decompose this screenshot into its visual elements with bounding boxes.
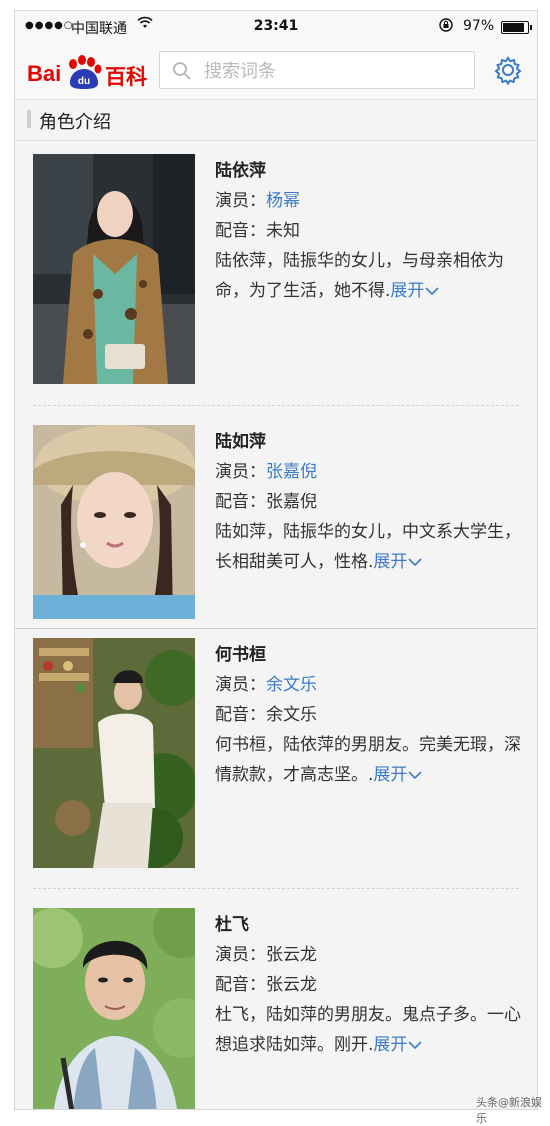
logo-text-du: du bbox=[78, 76, 90, 87]
voice-actor: 未知 bbox=[266, 221, 300, 241]
battery-fill bbox=[503, 23, 524, 32]
expand-label: 展开 bbox=[373, 765, 408, 785]
character-photo[interactable] bbox=[33, 425, 195, 619]
character-name: 何书桓 bbox=[215, 645, 266, 665]
voice-label: 配音： bbox=[215, 705, 266, 725]
watermark: 头条@新浪娱乐 bbox=[476, 1096, 542, 1125]
battery-icon bbox=[501, 21, 532, 34]
character-card[interactable]: 陆依萍 演员：杨幂 配音：未知 陆依萍，陆振华的女儿，与母亲相依为命，为了生活，… bbox=[15, 142, 537, 412]
character-photo[interactable] bbox=[33, 638, 195, 868]
character-info: 陆依萍 演员：杨幂 配音：未知 陆依萍，陆振华的女儿，与母亲相依为命，为了生活，… bbox=[215, 156, 525, 306]
expand-link[interactable]: 展开 bbox=[390, 281, 439, 301]
description-text: 陆如萍，陆振华的女儿，中文系大学生，长相甜美可人，性格. bbox=[215, 522, 521, 572]
actor-link[interactable]: 杨幂 bbox=[266, 191, 300, 211]
actor-name: 张云龙 bbox=[266, 945, 317, 965]
voice-actor: 张云龙 bbox=[266, 975, 317, 995]
actor-link[interactable]: 张嘉倪 bbox=[266, 462, 317, 482]
character-photo[interactable] bbox=[33, 154, 195, 384]
section-marker bbox=[27, 110, 31, 128]
actor-row: 演员：张嘉倪 bbox=[215, 457, 525, 487]
voice-row: 配音：张嘉倪 bbox=[215, 487, 525, 517]
section-title: 角色介绍 bbox=[39, 112, 111, 133]
character-photo[interactable] bbox=[33, 908, 195, 1110]
description-text: 何书桓，陆依萍的男朋友。完美无瑕，深情款款，才高志坚。. bbox=[215, 735, 521, 785]
character-card[interactable]: 杜飞 演员：张云龙 配音：张云龙 杜飞，陆如萍的男朋友。鬼点子多。一心想追求陆如… bbox=[15, 896, 537, 1110]
voice-row: 配音：余文乐 bbox=[215, 700, 525, 730]
search-input[interactable] bbox=[202, 57, 466, 85]
section-header: 角色介绍 bbox=[15, 100, 537, 141]
voice-row: 配音：未知 bbox=[215, 216, 525, 246]
chevron-down-icon bbox=[408, 771, 422, 780]
status-bar: ●●●●○ 中国联通 23:41 97% bbox=[15, 11, 537, 43]
expand-link[interactable]: 展开 bbox=[373, 765, 422, 785]
voice-label: 配音： bbox=[215, 492, 266, 512]
search-icon bbox=[173, 62, 191, 80]
card-divider bbox=[33, 888, 519, 889]
character-info: 何书桓 演员：余文乐 配音：余文乐 何书桓，陆依萍的男朋友。完美无瑕，深情款款，… bbox=[215, 640, 525, 790]
actor-row: 演员：杨幂 bbox=[215, 186, 525, 216]
phone-screen: ●●●●○ 中国联通 23:41 97% Bai du 百科 搜索词条 角色介绍… bbox=[14, 10, 538, 1110]
actor-label: 演员： bbox=[215, 462, 266, 482]
description-text: 陆依萍，陆振华的女儿，与母亲相依为命，为了生活，她不得. bbox=[215, 251, 504, 301]
character-description: 杜飞，陆如萍的男朋友。鬼点子多。一心想追求陆如萍。刚开.展开 bbox=[215, 1000, 525, 1060]
chevron-down-icon bbox=[408, 1041, 422, 1050]
voice-actor: 张嘉倪 bbox=[266, 492, 317, 512]
logo-text-bai: Bai bbox=[27, 61, 62, 86]
voice-row: 配音：张云龙 bbox=[215, 970, 525, 1000]
character-description: 陆依萍，陆振华的女儿，与母亲相依为命，为了生活，她不得.展开 bbox=[215, 246, 525, 306]
chevron-down-icon bbox=[408, 558, 422, 567]
character-info: 陆如萍 演员：张嘉倪 配音：张嘉倪 陆如萍，陆振华的女儿，中文系大学生，长相甜美… bbox=[215, 427, 525, 577]
character-description: 何书桓，陆依萍的男朋友。完美无瑕，深情款款，才高志坚。.展开 bbox=[215, 730, 525, 790]
expand-link[interactable]: 展开 bbox=[373, 1035, 422, 1055]
character-info: 杜飞 演员：张云龙 配音：张云龙 杜飞，陆如萍的男朋友。鬼点子多。一心想追求陆如… bbox=[215, 910, 525, 1060]
baidu-baike-logo[interactable]: Bai du 百科 bbox=[27, 55, 159, 89]
logo-text-baike: 百科 bbox=[105, 66, 147, 89]
character-description: 陆如萍，陆振华的女儿，中文系大学生，长相甜美可人，性格.展开 bbox=[215, 517, 525, 577]
expand-label: 展开 bbox=[373, 1035, 408, 1055]
search-box[interactable] bbox=[159, 51, 475, 89]
expand-label: 展开 bbox=[373, 552, 408, 572]
actor-label: 演员： bbox=[215, 675, 266, 695]
card-divider bbox=[33, 405, 519, 406]
actor-row: 演员：余文乐 bbox=[215, 670, 525, 700]
actor-label: 演员： bbox=[215, 191, 266, 211]
voice-label: 配音： bbox=[215, 221, 266, 241]
expand-label: 展开 bbox=[390, 281, 425, 301]
baidu-paw-icon: du bbox=[69, 55, 102, 89]
actor-label: 演员： bbox=[215, 945, 266, 965]
voice-actor: 余文乐 bbox=[266, 705, 317, 725]
actor-row: 演员：张云龙 bbox=[215, 940, 525, 970]
orientation-lock-icon bbox=[439, 18, 453, 36]
character-name: 陆依萍 bbox=[215, 161, 266, 181]
chevron-down-icon bbox=[425, 287, 439, 296]
description-text: 杜飞，陆如萍的男朋友。鬼点子多。一心想追求陆如萍。刚开. bbox=[215, 1005, 521, 1055]
character-card[interactable]: 何书桓 演员：余文乐 配音：余文乐 何书桓，陆依萍的男朋友。完美无瑕，深情款款，… bbox=[15, 626, 537, 896]
actor-link[interactable]: 余文乐 bbox=[266, 675, 317, 695]
battery-percent: 97% bbox=[463, 18, 495, 34]
gear-icon[interactable] bbox=[493, 55, 523, 85]
clock: 23:41 bbox=[253, 18, 299, 34]
character-name: 陆如萍 bbox=[215, 432, 266, 452]
expand-link[interactable]: 展开 bbox=[373, 552, 422, 572]
app-header: Bai du 百科 bbox=[15, 43, 537, 100]
voice-label: 配音： bbox=[215, 975, 266, 995]
character-name: 杜飞 bbox=[215, 915, 249, 935]
